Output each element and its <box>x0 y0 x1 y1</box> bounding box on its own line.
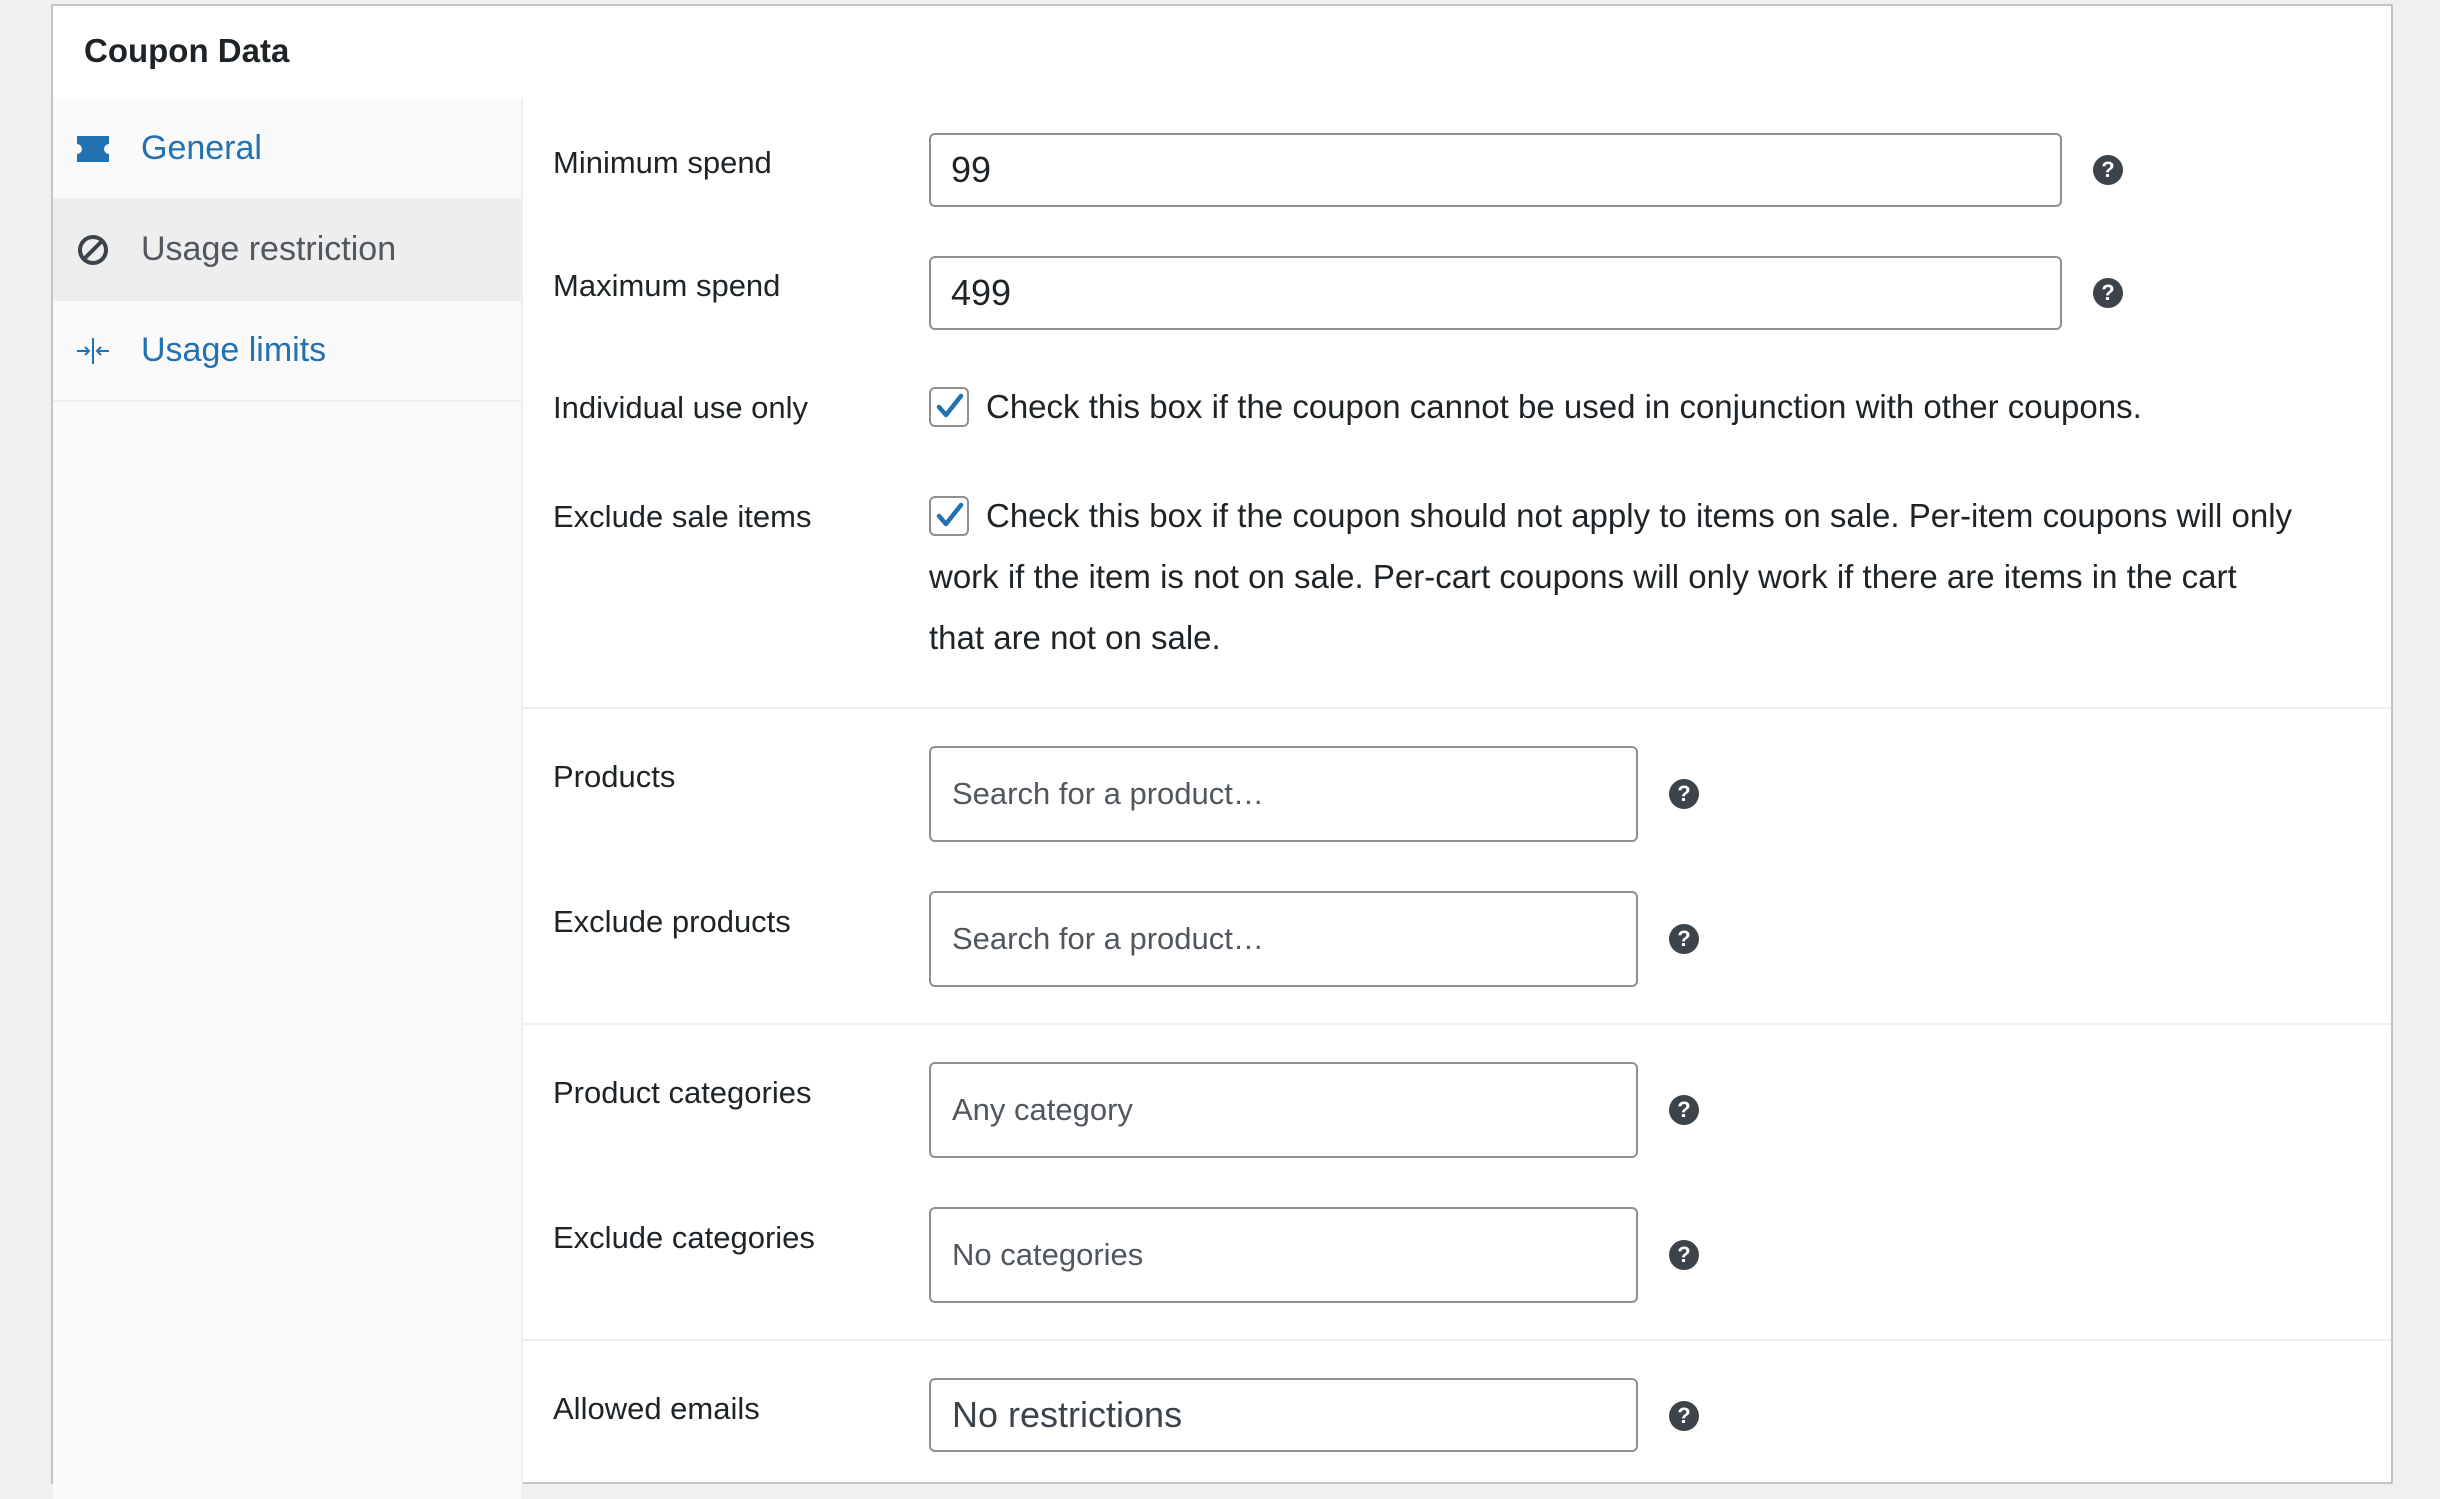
exclude-sale-checkbox[interactable] <box>929 496 969 536</box>
help-icon[interactable]: ? <box>2093 278 2123 308</box>
coupon-tabs: General Usage restriction Usage limits <box>53 99 523 1499</box>
help-icon[interactable]: ? <box>1669 779 1699 809</box>
tab-usage-limits[interactable]: Usage limits <box>53 301 521 402</box>
maximum-spend-input[interactable] <box>929 256 2062 330</box>
checkmark-icon <box>936 502 964 527</box>
tab-general-label: General <box>141 129 262 167</box>
exclude-sale-description-line2: work if the item is not on sale. Per-car… <box>929 558 2237 595</box>
panel-title: Coupon Data <box>84 32 290 69</box>
minimum-spend-input[interactable] <box>929 133 2062 207</box>
allowed-emails-input[interactable]: No restrictions <box>929 1378 1638 1452</box>
section-divider <box>523 707 2391 709</box>
tab-usage-restriction-label: Usage restriction <box>141 230 397 268</box>
products-select[interactable]: Search for a product… <box>929 746 1638 842</box>
exclude-products-label: Exclude products <box>553 904 791 939</box>
section-divider <box>523 1023 2391 1025</box>
exclude-sale-description-line3: that are not on sale. <box>929 619 1221 656</box>
maximum-spend-label: Maximum spend <box>553 268 781 303</box>
individual-use-label: Individual use only <box>553 390 809 425</box>
individual-use-checkbox[interactable] <box>929 387 969 427</box>
product-categories-select[interactable]: Any category <box>929 1062 1638 1158</box>
minimum-spend-label: Minimum spend <box>553 145 772 180</box>
individual-use-description: Check this box if the coupon cannot be u… <box>986 388 2142 425</box>
section-divider <box>523 1339 2391 1341</box>
help-icon[interactable]: ? <box>1669 1095 1699 1125</box>
exclude-sale-label: Exclude sale items <box>553 499 812 534</box>
exclude-products-select[interactable]: Search for a product… <box>929 891 1638 987</box>
coupon-data-panel: Coupon Data General Usage restriction Us… <box>51 4 2393 1499</box>
usage-restriction-content: Minimum spend ? Maximum spend ? Individu… <box>523 99 2391 1482</box>
tab-usage-restriction[interactable]: Usage restriction <box>53 200 521 301</box>
help-icon[interactable]: ? <box>2093 155 2123 185</box>
exclude-categories-label: Exclude categories <box>553 1220 815 1255</box>
arrows-in-icon <box>75 333 111 369</box>
products-label: Products <box>553 759 676 794</box>
help-icon[interactable]: ? <box>1669 924 1699 954</box>
ticket-icon <box>75 131 111 167</box>
tab-general[interactable]: General <box>53 99 521 200</box>
help-icon[interactable]: ? <box>1669 1401 1699 1431</box>
exclude-sale-description-line1: Check this box if the coupon should not … <box>986 497 2293 534</box>
checkmark-icon <box>936 393 964 418</box>
help-icon[interactable]: ? <box>1669 1240 1699 1270</box>
product-categories-label: Product categories <box>553 1075 812 1110</box>
exclude-categories-select[interactable]: No categories <box>929 1207 1638 1303</box>
block-icon <box>75 232 111 268</box>
tab-usage-limits-label: Usage limits <box>141 331 327 369</box>
allowed-emails-label: Allowed emails <box>553 1391 760 1426</box>
